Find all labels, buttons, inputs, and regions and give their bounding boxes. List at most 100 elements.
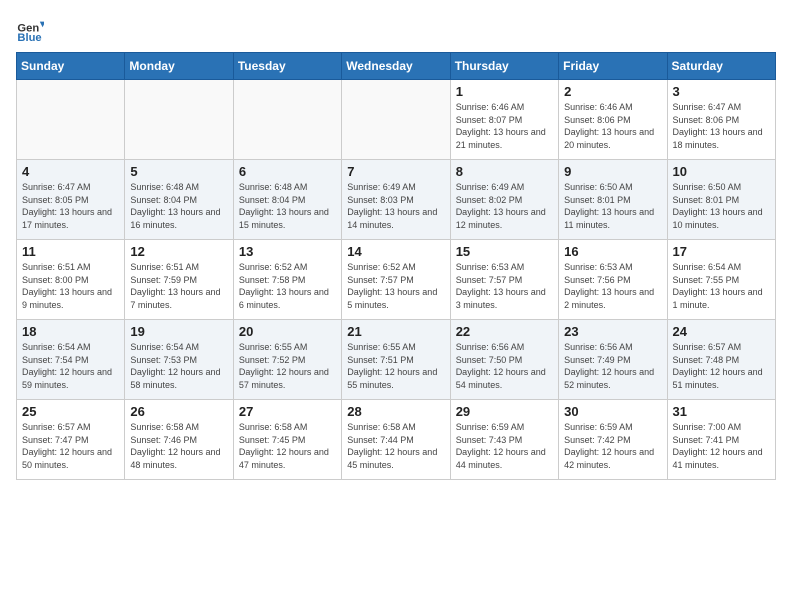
- day-number: 19: [130, 324, 227, 339]
- day-info: Sunrise: 6:58 AM Sunset: 7:44 PM Dayligh…: [347, 421, 444, 471]
- calendar-cell: 11 Sunrise: 6:51 AM Sunset: 8:00 PM Dayli…: [17, 240, 125, 320]
- day-number: 18: [22, 324, 119, 339]
- calendar-cell: 7 Sunrise: 6:49 AM Sunset: 8:03 PM Daylig…: [342, 160, 450, 240]
- header-friday: Friday: [559, 53, 667, 80]
- day-info: Sunrise: 6:46 AM Sunset: 8:06 PM Dayligh…: [564, 101, 661, 151]
- calendar-week-row: 25 Sunrise: 6:57 AM Sunset: 7:47 PM Dayli…: [17, 400, 776, 480]
- header-monday: Monday: [125, 53, 233, 80]
- day-info: Sunrise: 6:58 AM Sunset: 7:45 PM Dayligh…: [239, 421, 336, 471]
- day-info: Sunrise: 6:57 AM Sunset: 7:47 PM Dayligh…: [22, 421, 119, 471]
- day-info: Sunrise: 6:46 AM Sunset: 8:07 PM Dayligh…: [456, 101, 553, 151]
- calendar-cell: 26 Sunrise: 6:58 AM Sunset: 7:46 PM Dayli…: [125, 400, 233, 480]
- calendar-cell: 23 Sunrise: 6:56 AM Sunset: 7:49 PM Dayli…: [559, 320, 667, 400]
- day-number: 8: [456, 164, 553, 179]
- calendar-cell: 10 Sunrise: 6:50 AM Sunset: 8:01 PM Dayli…: [667, 160, 775, 240]
- day-number: 28: [347, 404, 444, 419]
- day-number: 26: [130, 404, 227, 419]
- calendar-cell: [17, 80, 125, 160]
- calendar-cell: 16Sunrise: 6:53 AM Sunset: 7:56 PM Dayli…: [559, 240, 667, 320]
- day-number: 13: [239, 244, 336, 259]
- day-info: Sunrise: 6:56 AM Sunset: 7:50 PM Dayligh…: [456, 341, 553, 391]
- calendar-cell: 8 Sunrise: 6:49 AM Sunset: 8:02 PM Daylig…: [450, 160, 558, 240]
- header-thursday: Thursday: [450, 53, 558, 80]
- day-info: Sunrise: 6:55 AM Sunset: 7:52 PM Dayligh…: [239, 341, 336, 391]
- day-number: 22: [456, 324, 553, 339]
- day-number: 9: [564, 164, 661, 179]
- calendar-week-row: 11 Sunrise: 6:51 AM Sunset: 8:00 PM Dayli…: [17, 240, 776, 320]
- calendar-cell: 22 Sunrise: 6:56 AM Sunset: 7:50 PM Dayli…: [450, 320, 558, 400]
- header-sunday: Sunday: [17, 53, 125, 80]
- day-number: 6: [239, 164, 336, 179]
- calendar-cell: 25 Sunrise: 6:57 AM Sunset: 7:47 PM Dayli…: [17, 400, 125, 480]
- day-info: Sunrise: 6:47 AM Sunset: 8:05 PM Dayligh…: [22, 181, 119, 231]
- day-info: Sunrise: 6:57 AM Sunset: 7:48 PM Dayligh…: [673, 341, 770, 391]
- day-number: 23: [564, 324, 661, 339]
- day-number: 3: [673, 84, 770, 99]
- page-header: Gen Blue: [16, 16, 776, 44]
- calendar-cell: 28 Sunrise: 6:58 AM Sunset: 7:44 PM Dayli…: [342, 400, 450, 480]
- day-info: Sunrise: 6:50 AM Sunset: 8:01 PM Dayligh…: [564, 181, 661, 231]
- day-info: Sunrise: 6:49 AM Sunset: 8:02 PM Dayligh…: [456, 181, 553, 231]
- calendar-cell: [342, 80, 450, 160]
- day-number: 5: [130, 164, 227, 179]
- calendar-cell: 3 Sunrise: 6:47 AM Sunset: 8:06 PM Daylig…: [667, 80, 775, 160]
- day-info: Sunrise: 6:55 AM Sunset: 7:51 PM Dayligh…: [347, 341, 444, 391]
- day-info: Sunrise: 6:52 AM Sunset: 7:57 PM Dayligh…: [347, 261, 444, 311]
- day-info: Sunrise: 6:47 AM Sunset: 8:06 PM Dayligh…: [673, 101, 770, 151]
- calendar-cell: 12Sunrise: 6:51 AM Sunset: 7:59 PM Dayli…: [125, 240, 233, 320]
- day-number: 11: [22, 244, 119, 259]
- day-info: Sunrise: 6:48 AM Sunset: 8:04 PM Dayligh…: [130, 181, 227, 231]
- calendar-cell: 29Sunrise: 6:59 AM Sunset: 7:43 PM Dayli…: [450, 400, 558, 480]
- logo: Gen Blue: [16, 16, 48, 44]
- calendar-cell: 20 Sunrise: 6:55 AM Sunset: 7:52 PM Dayli…: [233, 320, 341, 400]
- calendar-week-row: 18 Sunrise: 6:54 AM Sunset: 7:54 PM Dayli…: [17, 320, 776, 400]
- calendar-week-row: 4Sunrise: 6:47 AM Sunset: 8:05 PM Daylig…: [17, 160, 776, 240]
- day-number: 14: [347, 244, 444, 259]
- calendar-cell: 27Sunrise: 6:58 AM Sunset: 7:45 PM Dayli…: [233, 400, 341, 480]
- calendar-cell: 19 Sunrise: 6:54 AM Sunset: 7:53 PM Dayli…: [125, 320, 233, 400]
- day-info: Sunrise: 6:53 AM Sunset: 7:57 PM Dayligh…: [456, 261, 553, 311]
- day-number: 29: [456, 404, 553, 419]
- day-number: 25: [22, 404, 119, 419]
- calendar-cell: 5 Sunrise: 6:48 AM Sunset: 8:04 PM Daylig…: [125, 160, 233, 240]
- header-saturday: Saturday: [667, 53, 775, 80]
- calendar-cell: 14 Sunrise: 6:52 AM Sunset: 7:57 PM Dayli…: [342, 240, 450, 320]
- header-tuesday: Tuesday: [233, 53, 341, 80]
- day-number: 15: [456, 244, 553, 259]
- day-info: Sunrise: 6:50 AM Sunset: 8:01 PM Dayligh…: [673, 181, 770, 231]
- calendar-cell: [125, 80, 233, 160]
- day-number: 21: [347, 324, 444, 339]
- calendar-cell: 2 Sunrise: 6:46 AM Sunset: 8:06 PM Daylig…: [559, 80, 667, 160]
- day-info: Sunrise: 6:59 AM Sunset: 7:42 PM Dayligh…: [564, 421, 661, 471]
- day-info: Sunrise: 6:53 AM Sunset: 7:56 PM Dayligh…: [564, 261, 661, 311]
- day-number: 30: [564, 404, 661, 419]
- calendar-cell: 13 Sunrise: 6:52 AM Sunset: 7:58 PM Dayli…: [233, 240, 341, 320]
- day-number: 24: [673, 324, 770, 339]
- logo-icon: Gen Blue: [16, 16, 44, 44]
- calendar-cell: 4Sunrise: 6:47 AM Sunset: 8:05 PM Daylig…: [17, 160, 125, 240]
- calendar-cell: 30 Sunrise: 6:59 AM Sunset: 7:42 PM Dayli…: [559, 400, 667, 480]
- day-number: 17: [673, 244, 770, 259]
- day-number: 12: [130, 244, 227, 259]
- day-info: Sunrise: 6:49 AM Sunset: 8:03 PM Dayligh…: [347, 181, 444, 231]
- header-wednesday: Wednesday: [342, 53, 450, 80]
- calendar-cell: 31Sunrise: 7:00 AM Sunset: 7:41 PM Dayli…: [667, 400, 775, 480]
- day-info: Sunrise: 7:00 AM Sunset: 7:41 PM Dayligh…: [673, 421, 770, 471]
- day-info: Sunrise: 6:54 AM Sunset: 7:54 PM Dayligh…: [22, 341, 119, 391]
- svg-text:Blue: Blue: [17, 32, 41, 44]
- day-info: Sunrise: 6:51 AM Sunset: 8:00 PM Dayligh…: [22, 261, 119, 311]
- day-number: 10: [673, 164, 770, 179]
- calendar-table: SundayMondayTuesdayWednesdayThursdayFrid…: [16, 52, 776, 480]
- day-info: Sunrise: 6:56 AM Sunset: 7:49 PM Dayligh…: [564, 341, 661, 391]
- day-number: 2: [564, 84, 661, 99]
- calendar-cell: 1Sunrise: 6:46 AM Sunset: 8:07 PM Daylig…: [450, 80, 558, 160]
- calendar-week-row: 1Sunrise: 6:46 AM Sunset: 8:07 PM Daylig…: [17, 80, 776, 160]
- day-info: Sunrise: 6:52 AM Sunset: 7:58 PM Dayligh…: [239, 261, 336, 311]
- day-info: Sunrise: 6:58 AM Sunset: 7:46 PM Dayligh…: [130, 421, 227, 471]
- day-info: Sunrise: 6:54 AM Sunset: 7:55 PM Dayligh…: [673, 261, 770, 311]
- day-info: Sunrise: 6:54 AM Sunset: 7:53 PM Dayligh…: [130, 341, 227, 391]
- calendar-cell: 17 Sunrise: 6:54 AM Sunset: 7:55 PM Dayli…: [667, 240, 775, 320]
- day-number: 20: [239, 324, 336, 339]
- calendar-header-row: SundayMondayTuesdayWednesdayThursdayFrid…: [17, 53, 776, 80]
- day-number: 7: [347, 164, 444, 179]
